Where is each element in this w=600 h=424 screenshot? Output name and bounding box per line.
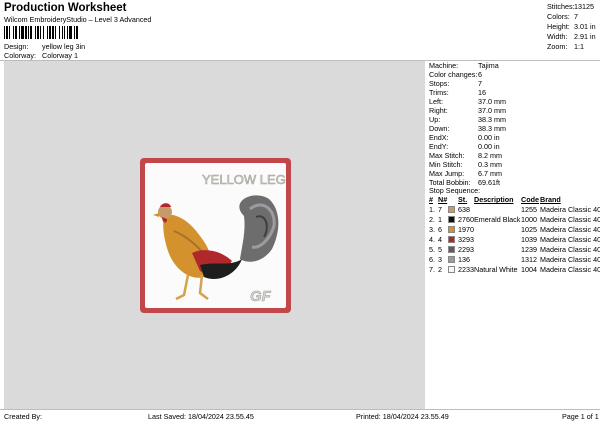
thread-brand: Madeira Classic 40 (540, 265, 600, 274)
stop-num: 6. (429, 255, 435, 264)
col-stitches: St. (458, 195, 468, 204)
design-preview: YELLOW LEG GF (4, 61, 425, 409)
thread-brand: Madeira Classic 40 (540, 225, 600, 234)
prop-machine: Machine: Tajima (429, 61, 499, 70)
thread-code: 1025 (521, 225, 537, 234)
created-by: Created By: (4, 412, 42, 421)
stop-sequence-row: 7. 2 2233 Natural White 1004 Madeira Classic … (428, 265, 600, 275)
stop-sequence-row: 4. 4 3293 1039 Madeira Classic 40 (428, 235, 600, 245)
col-num: # (429, 195, 433, 204)
stat-zoom: Zoom: 1:1 (547, 42, 584, 51)
stop-sequence-row: 2. 1 2760 Emerald Black 1000 Madeira Classic … (428, 215, 600, 225)
prop-stops: Stops: 7 (429, 79, 482, 88)
stop-num: 5. (429, 245, 435, 254)
thread-brand: Madeira Classic 40 (540, 205, 600, 214)
thread-code: 1239 (521, 245, 537, 254)
stat-width: Width: 2.91 in (547, 32, 596, 41)
patch-monogram: GF (250, 288, 272, 305)
thread-color-swatch (448, 266, 455, 273)
thread-description: Emerald Black (474, 215, 521, 224)
stat-colors: Colors: 7 (547, 12, 578, 21)
thread-color-swatch (448, 256, 455, 263)
stitch-count: 1970 (458, 225, 474, 234)
prop-color-changes: Color changes:6 (429, 70, 482, 79)
prop-right: Right: 37.0 mm (429, 106, 506, 115)
thread-color-swatch (448, 216, 455, 223)
prop-trims: Trims: 16 (429, 88, 486, 97)
prop-endy: EndY: 0.00 in (429, 142, 500, 151)
prop-min-stitch: Min Stitch: 0.3 mm (429, 160, 502, 169)
thread-brand: Madeira Classic 40 (540, 215, 600, 224)
thread-code: 1004 (521, 265, 537, 274)
barcode (4, 26, 78, 39)
stop-sequence-title: Stop Sequence: (429, 186, 481, 195)
thread-brand: Madeira Classic 40 (540, 245, 600, 254)
stitch-count: 2293 (458, 245, 474, 254)
page-title: Production Worksheet (4, 2, 127, 14)
thread-code: 1255 (521, 205, 537, 214)
prop-down: Down: 38.3 mm (429, 124, 506, 133)
needle-number: 5 (438, 245, 442, 254)
stop-num: 4. (429, 235, 435, 244)
thread-color-swatch (448, 236, 455, 243)
design-value: yellow leg 3in (42, 42, 86, 51)
stop-num: 3. (429, 225, 435, 234)
colorway-value: Colorway 1 (42, 51, 78, 60)
thread-color-swatch (448, 206, 455, 213)
prop-up: Up: 38.3 mm (429, 115, 506, 124)
stitch-count: 2233 (458, 265, 474, 274)
thread-brand: Madeira Classic 40 (540, 255, 600, 264)
footer-divider (0, 409, 600, 410)
top-stats: Stitches:13125 Colors: 7 Height: 3.01 in W… (547, 2, 599, 52)
stop-sequence-row: 6. 3 136 1312 Madeira Classic 40 (428, 255, 600, 265)
needle-number: 3 (438, 255, 442, 264)
col-brand: Brand (540, 195, 561, 204)
thread-code: 1312 (521, 255, 537, 264)
software-subtitle: Wilcom EmbroideryStudio – Level 3 Advanc… (4, 15, 152, 24)
colorway-row: Colorway: Colorway 1 (4, 51, 78, 60)
colorway-label: Colorway: (4, 51, 36, 60)
needle-number: 4 (438, 235, 442, 244)
thread-brand: Madeira Classic 40 (540, 235, 600, 244)
design-row: Design: yellow leg 3in (4, 42, 85, 51)
thread-code: 1039 (521, 235, 537, 244)
stat-height: Height: 3.01 in (547, 22, 596, 31)
col-code: Code (521, 195, 539, 204)
design-info-panel: Machine: Tajima Color changes:6 Stops: 7 T… (428, 61, 600, 409)
last-saved: Last Saved: 18/04/2024 23.55.45 (148, 412, 254, 421)
thread-color-swatch (448, 226, 455, 233)
stitch-count: 2760 (458, 215, 474, 224)
prop-endx: EndX: 0.00 in (429, 133, 500, 142)
prop-left: Left: 37.0 mm (429, 97, 506, 106)
embroidery-artwork: YELLOW LEG GF (140, 158, 291, 313)
stitch-count: 638 (458, 205, 470, 214)
needle-number: 7 (438, 205, 442, 214)
stop-num: 2. (429, 215, 435, 224)
stop-sequence-row: 3. 6 1970 1025 Madeira Classic 40 (428, 225, 600, 235)
thread-color-swatch (448, 246, 455, 253)
thread-code: 1000 (521, 215, 537, 224)
col-description: Description (474, 195, 514, 204)
printed-date: Printed: 18/04/2024 23.55.49 (356, 412, 449, 421)
stat-stitches: Stitches:13125 (547, 2, 594, 11)
needle-number: 1 (438, 215, 442, 224)
col-needle: N# (438, 195, 448, 204)
stitch-count: 3293 (458, 235, 474, 244)
thread-description: Natural White (474, 265, 518, 274)
prop-max-stitch: Max Stitch: 8.2 mm (429, 151, 502, 160)
stop-num: 1. (429, 205, 435, 214)
patch-caption: YELLOW LEG (202, 172, 286, 187)
stitch-count: 136 (458, 255, 470, 264)
stop-num: 7. (429, 265, 435, 274)
design-label: Design: (4, 42, 29, 51)
stop-sequence-row: 5. 5 2293 1239 Madeira Classic 40 (428, 245, 600, 255)
stop-sequence-row: 1. 7 638 1255 Madeira Classic 40 (428, 205, 600, 215)
needle-number: 2 (438, 265, 442, 274)
prop-max-jump: Max Jump: 6.7 mm (429, 169, 502, 178)
page-number: Page 1 of 1 (562, 412, 599, 421)
stop-sequence-header: # N# St. Description Code Brand (428, 195, 600, 205)
needle-number: 6 (438, 225, 442, 234)
